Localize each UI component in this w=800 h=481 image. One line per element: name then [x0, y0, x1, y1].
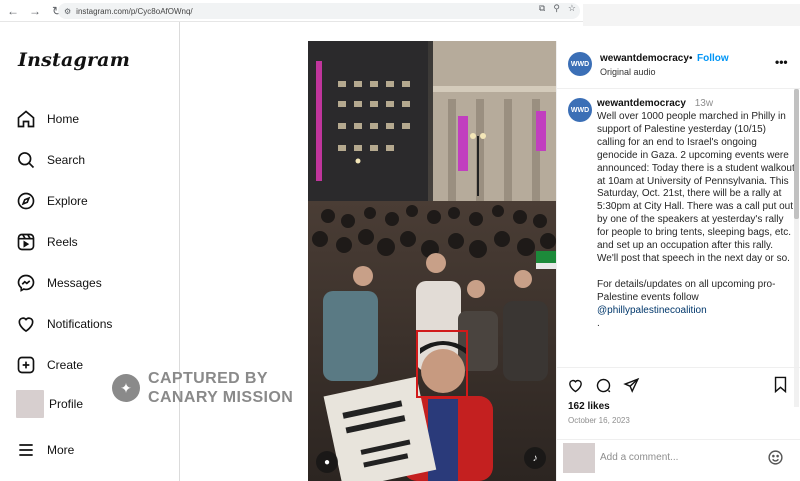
post-username[interactable]: wewantdemocracy — [600, 53, 689, 64]
site-info-icon[interactable]: ⚙ — [64, 7, 71, 16]
comment-input[interactable] — [600, 452, 750, 463]
caption-username[interactable]: wewantdemocracy — [597, 98, 686, 109]
sidebar-item-create[interactable]: Create — [16, 354, 83, 376]
reels-icon — [17, 233, 35, 251]
redaction-block — [583, 4, 800, 26]
open-in-app-icon[interactable]: ⧉ — [539, 3, 545, 14]
canary-bird-icon: ✦ — [112, 374, 140, 402]
sidebar-item-messages[interactable]: Messages — [16, 272, 102, 294]
sidebar-item-label: Home — [47, 112, 80, 126]
sidebar-item-explore[interactable]: Explore — [16, 190, 88, 212]
divider — [557, 367, 800, 368]
watermark-line-1: CAPTURED BY — [148, 370, 268, 387]
watermark-text: CAPTURED BY CANARY MISSION — [148, 369, 293, 407]
sidebar-item-label: Reels — [47, 235, 78, 249]
search-icon — [18, 152, 35, 169]
sidebar-item-label: Profile — [49, 397, 84, 411]
caption-details: For details/updates on all upcoming pro-… — [597, 278, 776, 303]
sound-icon[interactable]: ♪ — [524, 447, 546, 469]
heart-icon — [18, 317, 34, 333]
address-bar[interactable]: ⚙ instagram.com/p/Cyc8oAfOWnq/ — [58, 3, 580, 19]
caption-header: wewantdemocracy 13w — [597, 98, 713, 109]
post-date[interactable]: October 16, 2023 — [568, 416, 630, 425]
emoji-button[interactable] — [767, 449, 784, 471]
sidebar-item-notifications[interactable]: Notifications — [16, 313, 112, 335]
follow-button[interactable]: Follow — [697, 53, 729, 64]
scrollbar-thumb[interactable] — [794, 89, 799, 219]
menu-icon — [19, 444, 33, 456]
caption-area: WWD wewantdemocracy 13w Well over 1000 p… — [557, 89, 800, 407]
messenger-icon — [17, 274, 35, 292]
sidebar-item-label: Create — [47, 358, 84, 372]
separator-dot: • — [689, 53, 693, 64]
url-text: instagram.com/p/Cyc8oAfOWnq/ — [76, 6, 193, 16]
comment-icon[interactable] — [595, 377, 612, 394]
sidebar: Instagram Home Search Explore Reels Mess… — [0, 22, 180, 481]
share-icon[interactable] — [623, 377, 640, 394]
post-video[interactable]: ● ♪ — [308, 41, 556, 481]
likes-count[interactable]: 162 likes — [568, 401, 610, 412]
save-button[interactable] — [773, 376, 788, 398]
sidebar-item-more[interactable]: More — [16, 439, 74, 461]
caption-body: Well over 1000 people marched in Philly … — [597, 111, 795, 264]
scrollbar[interactable] — [794, 89, 799, 407]
post-panel: WWD wewantdemocracy • Follow Original au… — [556, 41, 800, 481]
bookmark-star-icon[interactable]: ☆ — [568, 3, 576, 14]
avatar[interactable]: WWD — [568, 98, 592, 122]
avatar[interactable]: WWD — [568, 52, 592, 76]
sidebar-item-profile[interactable]: Profile — [16, 390, 83, 418]
post-actions — [567, 376, 651, 394]
home-icon — [17, 110, 35, 128]
avatar — [563, 443, 595, 473]
sidebar-item-label: Search — [47, 153, 86, 167]
sidebar-item-label: Explore — [47, 194, 88, 208]
caption-text: Well over 1000 people marched in Philly … — [597, 111, 795, 331]
back-arrow-icon[interactable]: ← — [4, 2, 22, 20]
instagram-logo[interactable]: Instagram — [18, 49, 130, 71]
sidebar-item-label: Messages — [47, 276, 102, 290]
bookmark-icon — [774, 376, 787, 394]
emoji-icon — [768, 450, 783, 465]
sidebar-item-search[interactable]: Search — [16, 149, 85, 171]
watermark: ✦ CAPTURED BY CANARY MISSION — [112, 369, 293, 407]
more-options-icon[interactable]: ••• — [775, 55, 788, 69]
mention-link[interactable]: @phillypalestinecoalition — [597, 305, 707, 316]
like-heart-icon[interactable] — [567, 377, 584, 394]
video-frame — [308, 41, 556, 481]
sidebar-item-home[interactable]: Home — [16, 108, 79, 130]
forward-arrow-icon[interactable]: → — [26, 2, 44, 20]
tag-user-icon[interactable]: ● — [316, 451, 338, 473]
plus-square-icon — [17, 356, 35, 374]
compass-icon — [17, 192, 35, 210]
sidebar-item-label: Notifications — [47, 317, 113, 331]
address-bar-actions: ⧉ ⚲ ☆ — [539, 3, 576, 14]
caption-time[interactable]: 13w — [695, 98, 713, 109]
sidebar-item-label: More — [47, 443, 75, 457]
zoom-icon[interactable]: ⚲ — [553, 3, 560, 14]
audio-label[interactable]: Original audio — [600, 67, 656, 77]
caption-trailing: . — [597, 317, 600, 329]
avatar — [16, 390, 44, 418]
add-comment-bar — [557, 439, 800, 481]
sidebar-item-reels[interactable]: Reels — [16, 231, 78, 253]
watermark-line-2: CANARY MISSION — [148, 389, 294, 406]
